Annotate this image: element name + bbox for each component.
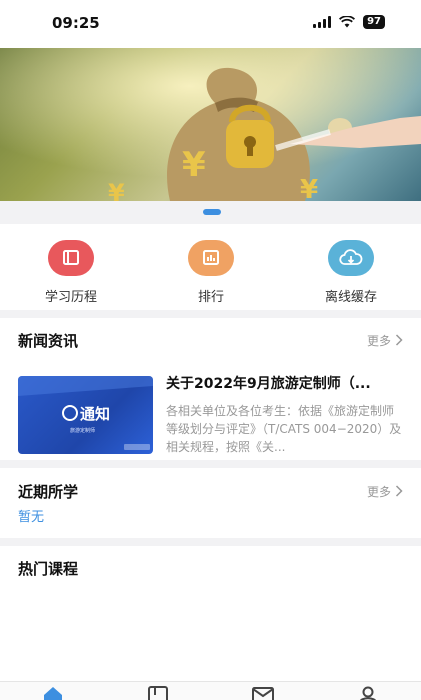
news-header: 新闻资讯 更多 xyxy=(0,318,421,362)
promo-banner[interactable]: ¥ ¥ ¥ xyxy=(0,48,421,201)
banner-image: ¥ ¥ ¥ xyxy=(0,48,421,201)
carousel-indicator xyxy=(203,209,221,215)
news-more-link[interactable]: 更多 xyxy=(367,332,403,349)
quick-learning-history[interactable]: 学习历程 xyxy=(21,240,121,305)
svg-text:¥: ¥ xyxy=(108,179,125,201)
cloud-download-icon xyxy=(328,240,374,276)
thumb-title: 通知 xyxy=(80,405,110,423)
home-icon[interactable] xyxy=(41,685,65,700)
bottom-tab-bar xyxy=(0,681,421,700)
recent-title: 近期所学 xyxy=(18,482,79,501)
courses-icon[interactable] xyxy=(146,685,170,700)
chevron-right-icon xyxy=(395,485,403,497)
recent-more-link[interactable]: 更多 xyxy=(367,483,403,500)
quick-label: 排行 xyxy=(197,290,224,305)
book-icon xyxy=(48,240,94,276)
news-thumbnail: 通知 旅游定制师 xyxy=(18,376,153,454)
message-icon[interactable] xyxy=(251,685,275,700)
hot-title: 热门课程 xyxy=(18,559,79,578)
news-item[interactable]: 通知 旅游定制师 关于2022年9月旅游定制师（... 各相关单位及各位考生：依… xyxy=(18,370,403,454)
chevron-right-icon xyxy=(395,334,403,346)
quick-label: 学习历程 xyxy=(44,290,97,305)
quick-actions: 学习历程 排行 离线缓存 xyxy=(0,224,421,310)
status-bar: 09:25 97 xyxy=(0,0,421,48)
signal-icon xyxy=(313,16,332,28)
status-time: 09:25 xyxy=(52,14,100,32)
profile-icon[interactable] xyxy=(356,685,380,700)
news-headline: 关于2022年9月旅游定制师（... xyxy=(166,376,371,392)
battery-indicator: 97 xyxy=(363,15,385,29)
wifi-icon xyxy=(339,16,356,28)
quick-label: 离线缓存 xyxy=(324,290,377,305)
news-section: 新闻资讯 更多 通知 旅游定制师 关于2022年9月旅游定制师（... 各相关单… xyxy=(0,318,421,460)
svg-text:¥: ¥ xyxy=(300,175,318,201)
quick-offline-cache[interactable]: 离线缓存 xyxy=(301,240,401,305)
thumb-subtitle: 旅游定制师 xyxy=(70,427,95,434)
news-description: 各相关单位及各位考生：依据《旅游定制师等级划分与评定》（T/CATS 004−2… xyxy=(166,404,402,454)
news-title: 新闻资讯 xyxy=(18,331,79,350)
recent-section: 近期所学 更多 暂无 xyxy=(0,468,421,538)
quick-ranking[interactable]: 排行 xyxy=(161,240,261,305)
ranking-icon xyxy=(188,240,234,276)
status-icons: 97 xyxy=(313,15,385,29)
recent-empty-text: 暂无 xyxy=(18,510,45,525)
hot-courses-section: 热门课程 xyxy=(0,546,421,681)
more-label: 更多 xyxy=(366,484,391,499)
hot-header: 热门课程 xyxy=(0,546,421,590)
svg-text:¥: ¥ xyxy=(182,145,206,185)
more-label: 更多 xyxy=(366,333,391,348)
